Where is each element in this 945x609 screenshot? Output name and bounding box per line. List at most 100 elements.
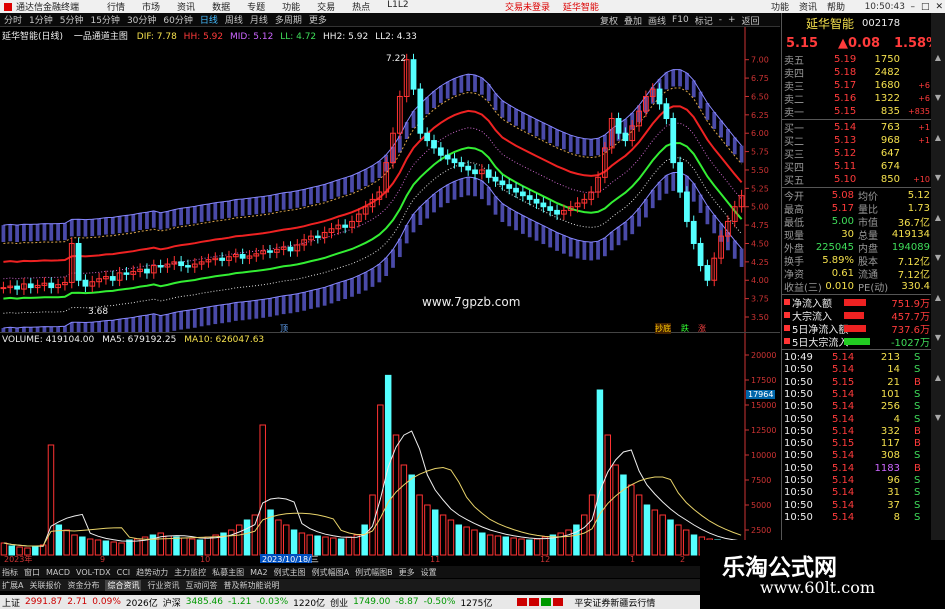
period-tab-5[interactable]: 60分钟 (163, 13, 192, 26)
chart-tool-4[interactable]: 标记 (695, 14, 713, 27)
indicator-tab-0[interactable]: 指标 (2, 567, 18, 578)
cy-index-label[interactable]: 创业 (330, 596, 348, 609)
candle-body (82, 279, 89, 287)
indicator-tab-2[interactable]: MACD (46, 568, 70, 577)
right-menu-item-2[interactable]: 帮助 (827, 0, 845, 13)
chevron-down-icon[interactable]: ▼ (933, 333, 943, 343)
sub-tab-1[interactable]: 关联报价 (29, 580, 61, 591)
chart-tool-1[interactable]: 叠加 (624, 14, 642, 27)
period-tab-2[interactable]: 5分钟 (60, 13, 84, 26)
menu-item-7[interactable]: 热点 (352, 0, 370, 13)
price-chart-pane[interactable]: 7.00 6.75 6.50 6.25 6.00 5.75 5.50 5.25 5.00 4.75… (0, 27, 780, 347)
indicator-tab-4[interactable]: CCI (117, 568, 131, 577)
right-menu-item-1[interactable]: 资讯 (799, 0, 817, 13)
date-label: 11 (430, 555, 440, 563)
tick-time: 10:50 (784, 462, 813, 474)
period-tab-0[interactable]: 分时 (4, 13, 22, 26)
sub-tab-3[interactable]: 综合资讯 (105, 579, 142, 591)
volume-bar (118, 542, 125, 556)
chart-tool-0[interactable]: 复权 (600, 14, 618, 27)
tick-price: 5.14 (832, 487, 855, 499)
price-chart-svg[interactable]: 7.00 6.75 6.50 6.25 6.00 5.75 5.50 5.25 5.00 4.75… (0, 27, 780, 347)
close-icon[interactable]: ✕ (935, 2, 943, 12)
bid-row-3: 买四 5.11 674 (782, 160, 932, 174)
menu-item-3[interactable]: 数据 (212, 0, 230, 13)
tick-row-2: 10:50 5.15 21 B (782, 376, 932, 389)
volume-ytick-label: 12500 (751, 426, 776, 435)
side-scrollbar[interactable]: ▲ ▼ ▲ ▼ ▲ ▼ ▲ ▼ ▲ ▼ (931, 13, 945, 566)
indicator-tab-13[interactable]: 设置 (421, 567, 437, 578)
period-tab-1[interactable]: 1分钟 (29, 13, 53, 26)
chevron-up-icon[interactable]: ▲ (933, 293, 943, 303)
chart-tool-2[interactable]: 画线 (648, 14, 666, 27)
chevron-up-icon[interactable]: ▲ (933, 133, 943, 143)
menu-item-2[interactable]: 资讯 (177, 0, 195, 13)
sub-tab-0[interactable]: 扩展A (2, 580, 23, 591)
indicator-tab-9[interactable]: 例式主图 (274, 567, 306, 578)
sub-tab-6[interactable]: 普及新功能说明 (223, 580, 279, 591)
right-menu-item-0[interactable]: 功能 (771, 0, 789, 13)
volume-chart-svg[interactable]: 20000 17500 15000 12500 10000 7500 5000 2500 202… (0, 333, 780, 564)
maximize-icon[interactable]: □ (921, 2, 930, 12)
indicator-tab-1[interactable]: 窗口 (24, 567, 40, 578)
chevron-up-icon[interactable]: ▲ (933, 213, 943, 223)
stat-value-2: 7.12亿 (897, 270, 930, 281)
indicator-tab-5[interactable]: 趋势动力 (136, 567, 168, 578)
sub-tab-5[interactable]: 互动问答 (185, 580, 217, 591)
menu-item-4[interactable]: 专题 (247, 0, 265, 13)
bid-price: 5.14 (834, 122, 857, 133)
menu-item-0[interactable]: 行情 (107, 0, 125, 13)
tick-vol: 37 (887, 499, 900, 511)
sub-tab-4[interactable]: 行业资讯 (147, 580, 179, 591)
sub-tab-2[interactable]: 资金分布 (67, 580, 99, 591)
indicator-tab-10[interactable]: 例式幅图A (312, 567, 349, 578)
minimize-icon[interactable]: – (910, 2, 915, 12)
chart-tool-7[interactable]: 返回 (742, 14, 760, 27)
menu-item-8[interactable]: L1L2 (387, 0, 408, 13)
chevron-up-icon[interactable]: ▲ (933, 373, 943, 383)
menu-item-6[interactable]: 交易 (317, 0, 335, 13)
chevron-down-icon[interactable]: ▼ (933, 413, 943, 423)
high-price-note: 7.22 (386, 54, 407, 64)
sz-index-change: -1.21 (228, 597, 252, 607)
volume-chart-pane[interactable]: 20000 17500 15000 12500 10000 7500 5000 2500 202… (0, 333, 780, 564)
period-tab-3[interactable]: 15分钟 (90, 13, 119, 26)
period-tab-8[interactable]: 月线 (250, 13, 268, 26)
indicator-tab-3[interactable]: VOL-TDX (76, 568, 111, 577)
trade-login-link[interactable]: 交易未登录 (505, 3, 550, 13)
chart-tool-6[interactable]: + (728, 15, 736, 25)
indicator-tab-11[interactable]: 例式幅图B (355, 567, 393, 578)
indicator-tab-8[interactable]: MA2 (250, 568, 267, 577)
sz-index-label[interactable]: 沪深 (163, 596, 181, 609)
chart-tool-3[interactable]: F10 (672, 15, 689, 25)
tick-price: 5.14 (832, 413, 855, 425)
stock-name-link[interactable]: 延华智能 (563, 3, 599, 13)
stat-value: 5.89% (822, 255, 854, 266)
volume-bar (24, 547, 31, 556)
sub-tabs: 扩展A 关联报价 资金分布 综合资讯 行业资讯 互动问答 普及新功能说明 (0, 579, 782, 591)
indicator-tab-12[interactable]: 更多 (399, 567, 415, 578)
chart-tool-5[interactable]: - (719, 15, 722, 25)
menu-item-1[interactable]: 市场 (142, 0, 160, 13)
tick-side: S (914, 475, 921, 486)
chevron-up-icon[interactable]: ▲ (933, 53, 943, 63)
period-tab-4[interactable]: 30分钟 (127, 13, 156, 26)
period-tab-7[interactable]: 周线 (225, 13, 243, 26)
period-tab-6[interactable]: 日线 (200, 13, 218, 26)
volume-bar (471, 529, 478, 556)
tick-vol: 101 (880, 388, 900, 400)
chevron-down-icon[interactable]: ▼ (933, 253, 943, 263)
indicator-tab-7[interactable]: 私募主图 (212, 567, 244, 578)
volume-bar (384, 374, 392, 556)
volume-bar (416, 494, 423, 556)
period-tab-9[interactable]: 多周期 (275, 13, 302, 26)
volume-bar (86, 538, 94, 556)
indicator-tab-6[interactable]: 主力监控 (174, 567, 206, 578)
tick-vol: 21 (887, 376, 900, 388)
price-ytick-label: 6.25 (751, 111, 769, 120)
menu-item-5[interactable]: 功能 (282, 0, 300, 13)
sh-index-label[interactable]: 上证 (2, 596, 20, 609)
period-tab-10[interactable]: 更多 (309, 13, 327, 26)
chevron-down-icon[interactable]: ▼ (933, 173, 943, 183)
chevron-down-icon[interactable]: ▼ (933, 93, 943, 103)
